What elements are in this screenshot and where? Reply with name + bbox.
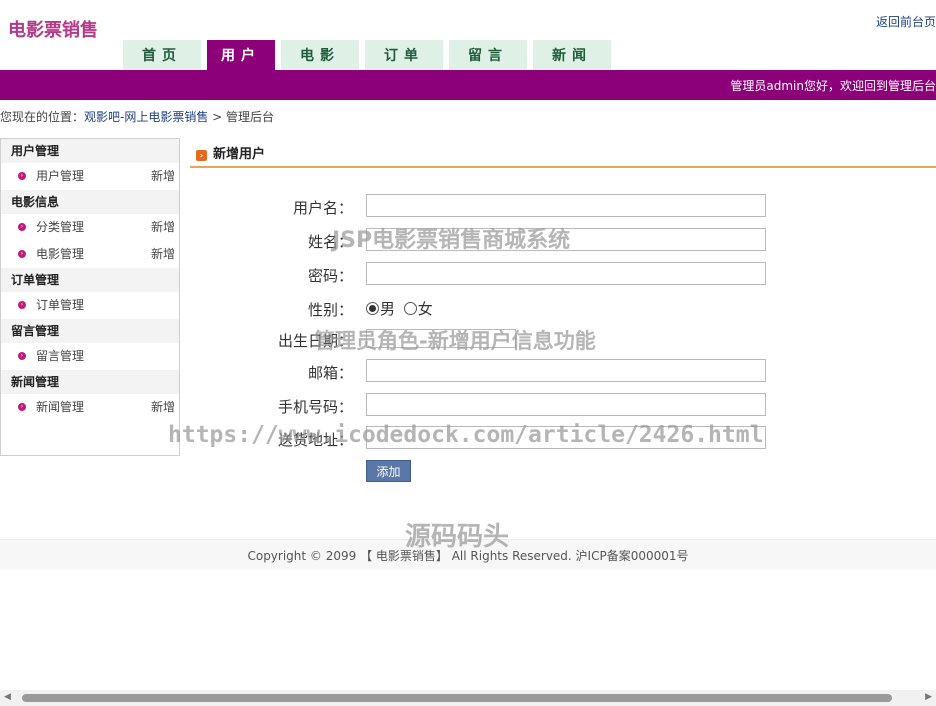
username-label: 用户名：: [292, 199, 353, 217]
site-logo: 电影票销售: [8, 20, 98, 41]
arrow-right-icon: ›: [196, 150, 207, 161]
gender-male-label[interactable]: 男: [380, 300, 395, 318]
horizontal-scrollbar[interactable]: ◀ ▶: [0, 690, 936, 706]
phone-input[interactable]: [366, 393, 766, 416]
breadcrumb-current: 管理后台: [226, 110, 275, 124]
form-row-email: 邮箱：: [0, 359, 936, 383]
email-label: 邮箱：: [307, 364, 353, 382]
watermark-brand: 源码码头: [405, 522, 510, 552]
sidebar-item-label[interactable]: 用户管理: [36, 163, 84, 190]
nav-tab-home[interactable]: 首页: [123, 40, 201, 70]
phone-label: 手机号码：: [277, 398, 353, 416]
scroll-left-icon[interactable]: ◀: [4, 692, 11, 702]
sidebar-section-users: 用户管理: [1, 139, 179, 163]
nav-tab-messages[interactable]: 留言: [449, 40, 527, 70]
watermark-url: https://www.icodedock.com/article/2426.h…: [168, 422, 764, 448]
breadcrumb-site-link[interactable]: 观影吧-网上电影票销售: [84, 110, 208, 124]
gender-radio-group: 男 女: [366, 298, 433, 319]
gender-female-label[interactable]: 女: [418, 300, 433, 318]
back-to-frontend-link[interactable]: 返回前台页: [876, 13, 936, 30]
gender-label: 性别：: [307, 301, 353, 319]
welcome-text: 管理员admin您好，欢迎回到管理后台: [730, 79, 936, 93]
add-button[interactable]: 添加: [366, 460, 411, 482]
form-row-phone: 手机号码：: [0, 393, 936, 417]
nav-tab-orders[interactable]: 订单: [365, 40, 443, 70]
bullet-icon: ›: [18, 172, 26, 180]
breadcrumb-prefix: 您现在的位置：: [0, 110, 85, 124]
panel-title-text: 新增用户: [213, 147, 266, 162]
password-input[interactable]: [366, 262, 766, 285]
sidebar-item-user-manage[interactable]: › 用户管理 新增: [1, 163, 179, 190]
watermark-title: JSP电影票销售商城系统: [332, 228, 571, 253]
nav-tab-movies[interactable]: 电影: [281, 40, 359, 70]
scroll-right-icon[interactable]: ▶: [925, 692, 932, 702]
form-row-username: 用户名：: [0, 194, 936, 218]
panel-title: › 新增用户: [196, 143, 265, 162]
password-label: 密码：: [307, 267, 353, 285]
nav-tab-news[interactable]: 新闻: [533, 40, 611, 70]
header-bar: 管理员admin您好，欢迎回到管理后台: [0, 70, 936, 100]
form-row-password: 密码：: [0, 262, 936, 286]
username-input[interactable]: [366, 194, 766, 217]
breadcrumb: 您现在的位置：观影吧-网上电影票销售 > 管理后台: [0, 108, 274, 125]
gender-male-radio[interactable]: [366, 302, 379, 315]
scrollbar-thumb[interactable]: [22, 694, 892, 702]
breadcrumb-separator: >: [208, 110, 227, 124]
watermark-subtitle: 管理员角色-新增用户信息功能: [314, 329, 596, 353]
sidebar-add-link[interactable]: 新增: [151, 163, 175, 190]
panel-divider: [190, 166, 936, 168]
email-input[interactable]: [366, 359, 766, 382]
gender-female-radio[interactable]: [403, 302, 417, 315]
form-row-gender: 性别： 男 女: [0, 296, 936, 320]
nav-tab-users[interactable]: 用户: [207, 40, 275, 70]
